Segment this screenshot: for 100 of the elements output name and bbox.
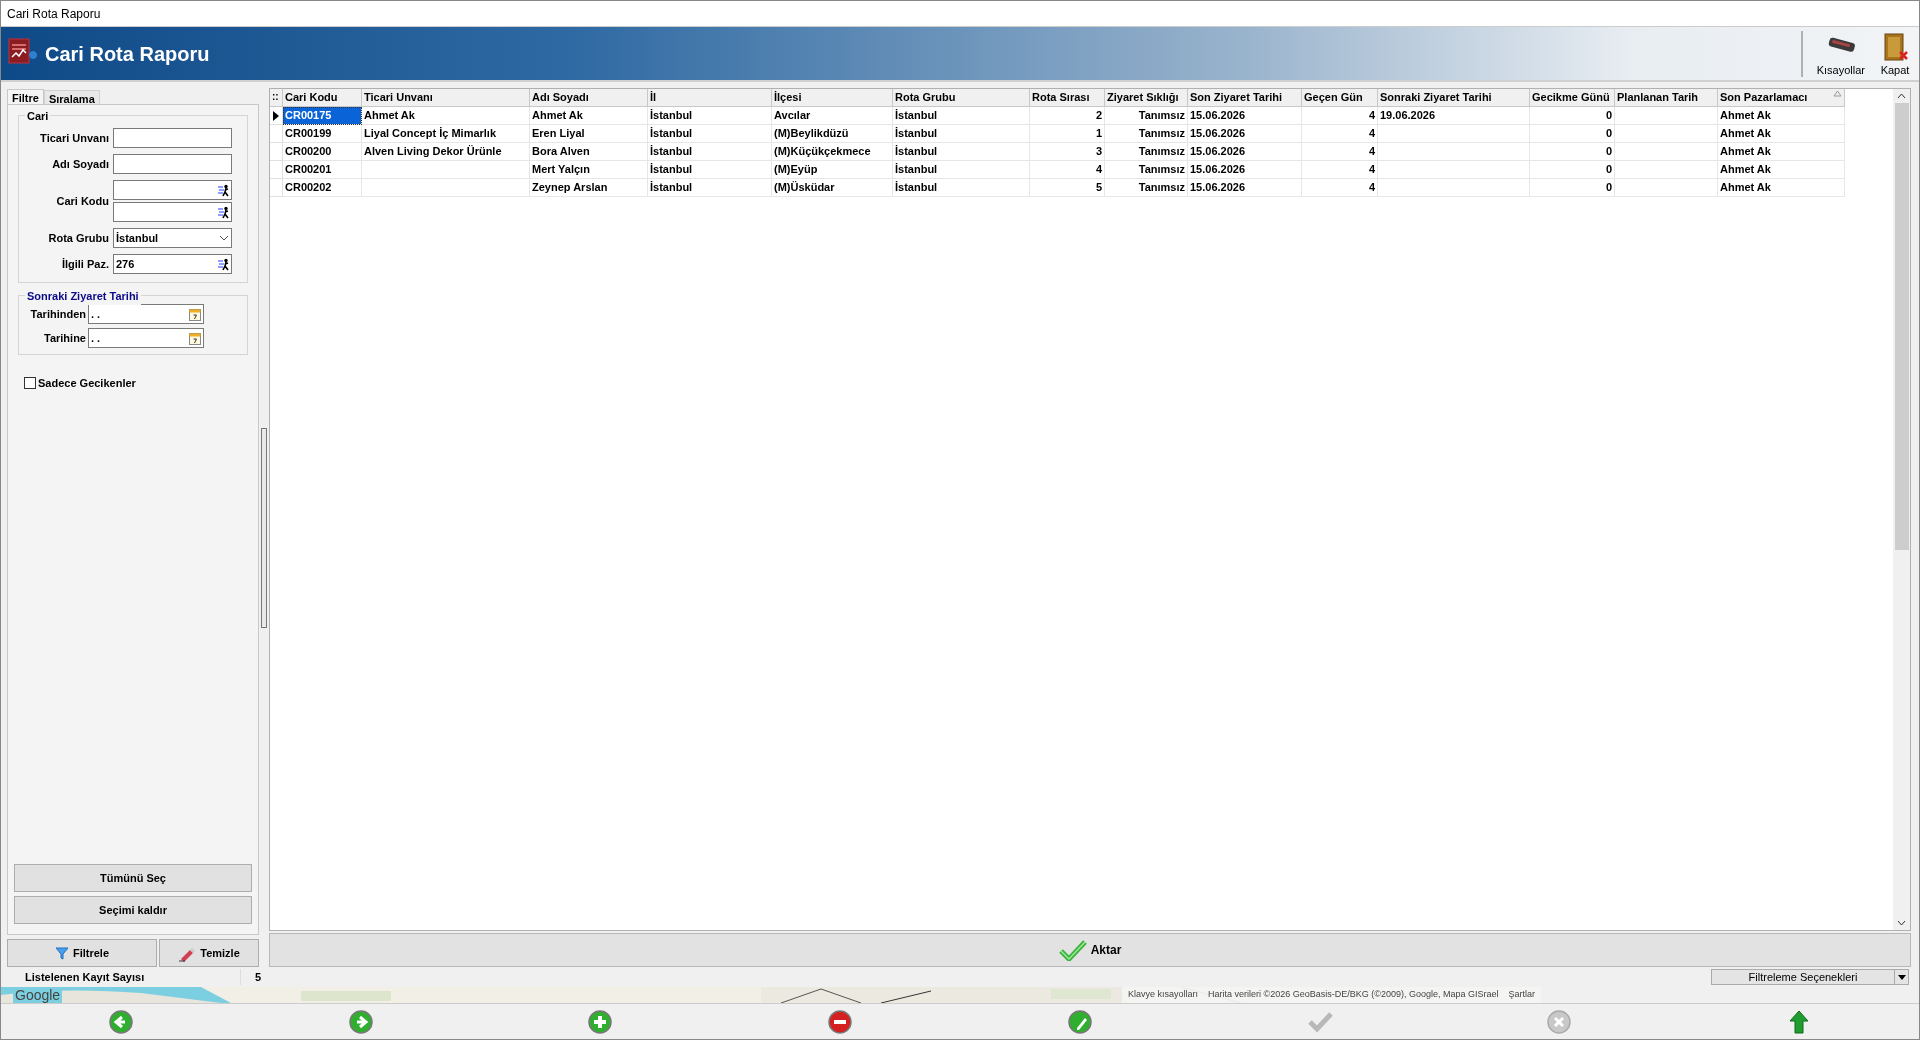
table-cell: 3 xyxy=(1030,143,1105,161)
column-header[interactable]: Gecikme Günü xyxy=(1530,89,1615,107)
column-header[interactable]: Adı Soyadı xyxy=(530,89,648,107)
column-header[interactable]: Cari Kodu xyxy=(283,89,362,107)
input-field[interactable] xyxy=(113,180,232,200)
table-cell: (M)Beylikdüzü xyxy=(772,125,893,143)
input-field[interactable] xyxy=(113,202,232,222)
table-cell: İstanbul xyxy=(893,143,1030,161)
table-cell: 0 xyxy=(1530,161,1615,179)
table-cell: 15.06.2026 xyxy=(1188,143,1302,161)
column-header[interactable]: Rota Grubu xyxy=(893,89,1030,107)
table-cell: 0 xyxy=(1530,143,1615,161)
table-cell: Tanımsız xyxy=(1105,161,1188,179)
field-label: Adı Soyadı xyxy=(51,156,109,172)
table-cell: 15.06.2026 xyxy=(1188,179,1302,197)
table-cell: İstanbul xyxy=(648,125,772,143)
column-header[interactable]: İlçesi xyxy=(772,89,893,107)
minus-icon[interactable] xyxy=(827,1008,854,1035)
checkbox-label: Sadece Gecikenler xyxy=(38,376,136,391)
table-cell: 0 xyxy=(1530,107,1615,125)
export-button[interactable]: Aktar xyxy=(269,933,1911,967)
runner-icon xyxy=(217,257,229,271)
scroll-thumb[interactable] xyxy=(1894,103,1909,550)
checkbox[interactable] xyxy=(24,377,36,390)
table-cell: İstanbul xyxy=(893,161,1030,179)
column-header[interactable]: Ticari Unvanı xyxy=(362,89,530,107)
splitter-handle[interactable] xyxy=(261,427,267,628)
table-cell: (M)Üsküdar xyxy=(772,179,893,197)
table-cell: CR00201 xyxy=(283,161,362,179)
table-cell: Mert Yalçın xyxy=(530,161,648,179)
column-header[interactable]: Planlanan Tarih xyxy=(1615,89,1718,107)
table-cell: 5 xyxy=(1030,179,1105,197)
table-cell: 4 xyxy=(1302,125,1378,143)
button[interactable]: Tümünü Seç xyxy=(14,864,252,892)
table-cell: 1 xyxy=(1030,125,1105,143)
plus-icon[interactable] xyxy=(587,1008,614,1035)
grid-indicator: :: xyxy=(270,89,283,107)
date-field[interactable]: . . xyxy=(88,304,204,324)
field-label: Rota Grubu xyxy=(47,230,109,246)
table-cell: Tanımsız xyxy=(1105,143,1188,161)
record-count-label: Listelenen Kayıt Sayısı xyxy=(1,968,241,986)
field-label: Tarihine xyxy=(43,330,86,346)
vertical-scrollbar[interactable] xyxy=(1893,89,1910,930)
column-header[interactable]: Son Pazarlamacı xyxy=(1718,89,1845,107)
input-field[interactable]: 276 xyxy=(113,254,232,274)
sort-icon xyxy=(1833,89,1842,98)
table-cell: Bora Alven xyxy=(530,143,648,161)
table-cell: İstanbul xyxy=(648,107,772,125)
calendar-icon xyxy=(189,331,201,345)
filter-options-dropdown[interactable]: Filtreleme Seçenekleri xyxy=(1711,969,1909,985)
pencil-icon[interactable] xyxy=(1066,1008,1093,1035)
table-cell: Tanımsız xyxy=(1105,125,1188,143)
column-header[interactable]: Sonraki Ziyaret Tarihi xyxy=(1378,89,1530,107)
table-cell: Tanımsız xyxy=(1105,179,1188,197)
table-cell: 0 xyxy=(1530,179,1615,197)
tab[interactable]: Sıralama xyxy=(43,90,100,104)
column-header[interactable]: Rota Sırası xyxy=(1030,89,1105,107)
button[interactable]: Temizle xyxy=(159,939,259,967)
row-pointer-icon xyxy=(272,109,280,122)
button[interactable]: Seçimi kaldır xyxy=(14,896,252,924)
table-cell: Eren Liyal xyxy=(530,125,648,143)
table-cell: CR00175 xyxy=(283,107,362,125)
check-icon xyxy=(1058,939,1087,961)
dropdown[interactable]: İstanbul xyxy=(113,228,232,248)
table-cell: 4 xyxy=(1030,161,1105,179)
page-title: Cari Rota Raporu xyxy=(45,41,210,67)
field-label: İlgili Paz. xyxy=(60,256,109,272)
table-cell: Tanımsız xyxy=(1105,107,1188,125)
table-cell: 15.06.2026 xyxy=(1188,125,1302,143)
tab[interactable]: Filtre xyxy=(7,89,44,105)
table-cell: 15.06.2026 xyxy=(1188,107,1302,125)
input-field[interactable] xyxy=(113,154,232,174)
table-cell: Ahmet Ak xyxy=(1718,161,1845,179)
map-logo: Google xyxy=(13,987,63,1003)
column-header[interactable]: Son Ziyaret Tarihi xyxy=(1188,89,1302,107)
map-attribution: Harita verileri ©2026 GeoBasis-DE/BKG (©2009), Google, Mapa GISrael xyxy=(1208,988,1499,1002)
date-field[interactable]: . . xyxy=(88,328,204,348)
table-cell: CR00200 xyxy=(283,143,362,161)
terms-link[interactable]: Şartlar xyxy=(1508,988,1535,1002)
toolbar-button[interactable]: Kapat xyxy=(1875,31,1915,78)
window-title: Cari Rota Raporu xyxy=(7,5,101,23)
column-header[interactable]: İl xyxy=(648,89,772,107)
table-cell: İstanbul xyxy=(648,161,772,179)
input-field[interactable] xyxy=(113,128,232,148)
field-label: Cari Kodu xyxy=(55,193,109,209)
table-cell: CR00199 xyxy=(283,125,362,143)
table-cell: Liyal Concept İç Mimarlık xyxy=(362,125,530,143)
column-header[interactable]: Geçen Gün xyxy=(1302,89,1378,107)
record-count: 5 xyxy=(253,969,261,985)
funnel-icon xyxy=(54,946,69,960)
keyboard-shortcuts-link[interactable]: Klavye kısayolları xyxy=(1128,988,1199,1002)
field-label: Ticari Unvanı xyxy=(39,130,109,146)
table-cell: 4 xyxy=(1302,143,1378,161)
toolbar-button[interactable]: Kısayollar xyxy=(1812,31,1869,78)
table-cell: 4 xyxy=(1302,107,1378,125)
table-cell: (M)Eyüp xyxy=(772,161,893,179)
button[interactable]: Filtrele xyxy=(7,939,157,967)
column-header[interactable]: Ziyaret Sıklığı xyxy=(1105,89,1188,107)
table-cell: (M)Küçükçekmece xyxy=(772,143,893,161)
table-cell: Ahmet Ak xyxy=(530,107,648,125)
